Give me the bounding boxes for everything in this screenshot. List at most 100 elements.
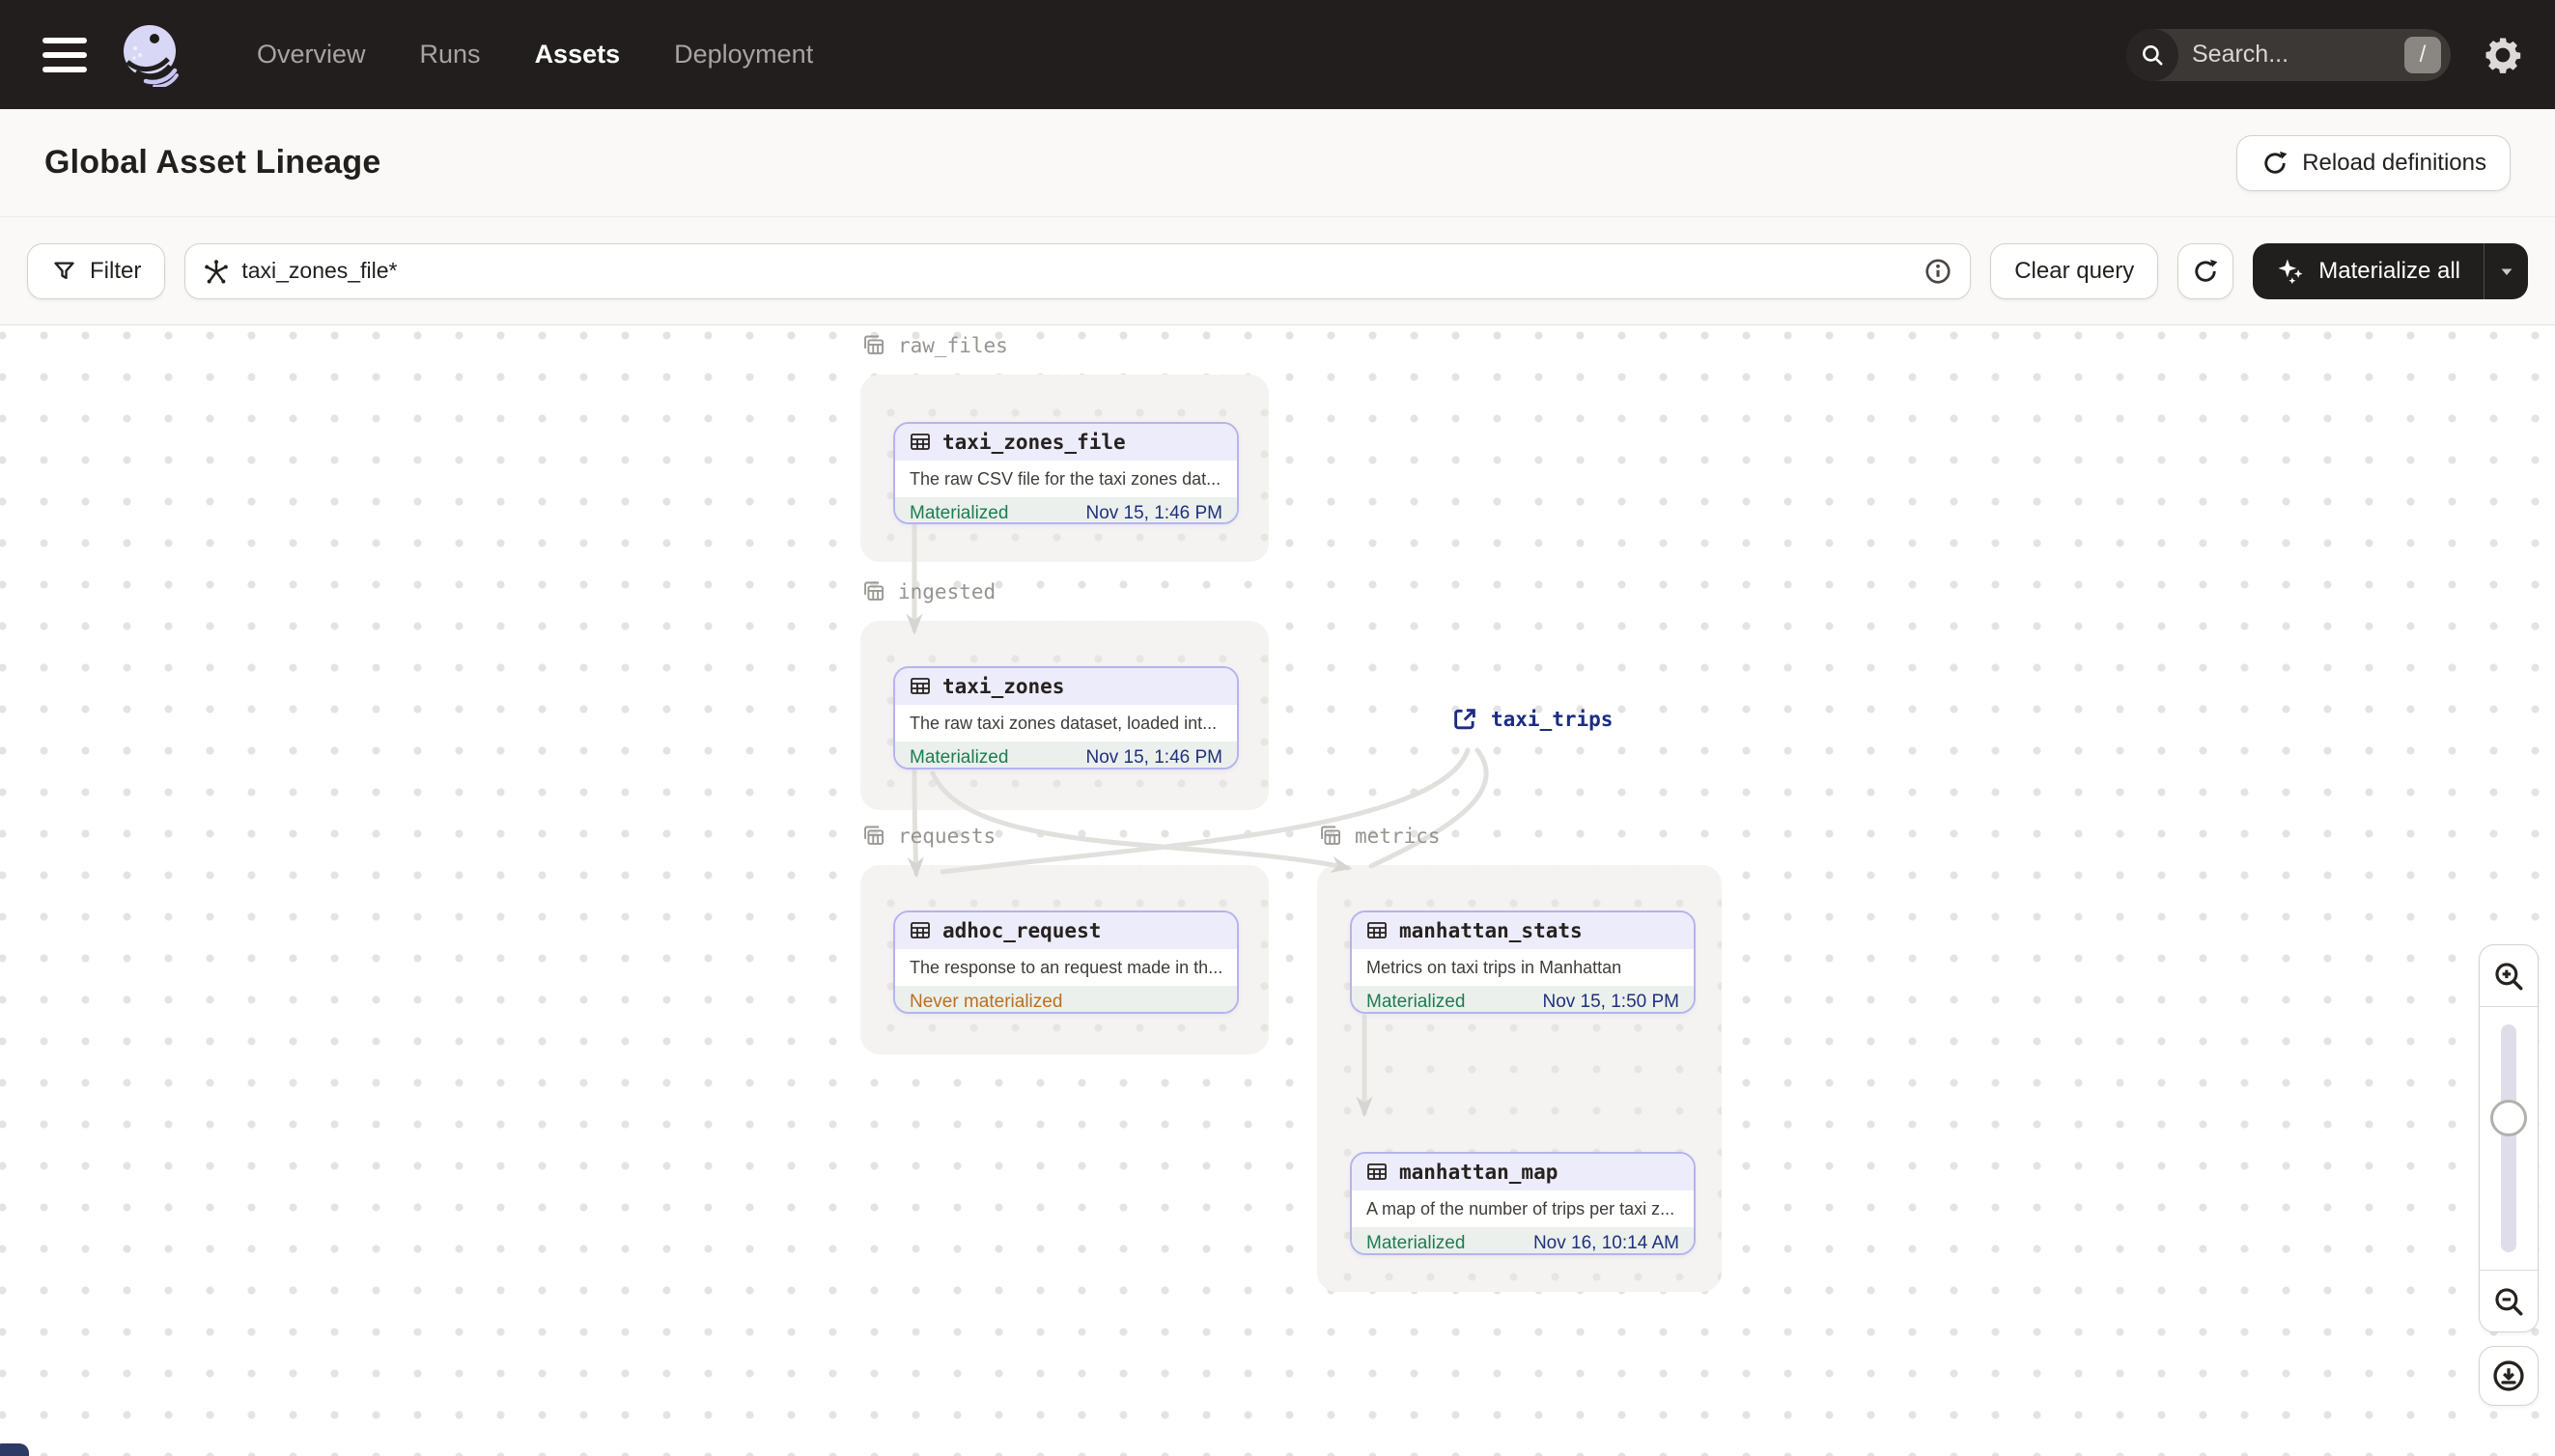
materialization-timestamp: Nov 15, 1:50 PM <box>1542 992 1679 1012</box>
download-icon <box>2493 1360 2524 1391</box>
table-icon <box>911 922 930 938</box>
reload-definitions-button[interactable]: Reload definitions <box>2236 134 2511 191</box>
table-icon <box>911 434 930 450</box>
table-icon <box>1367 1163 1387 1180</box>
asset-selector-icon <box>203 258 230 285</box>
asset-node-header: taxi_zones_file <box>895 424 1237 461</box>
asset-description: Metrics on taxi trips in Manhattan <box>1366 958 1622 977</box>
status-badge: Never materialized <box>910 992 1063 1012</box>
corner-popup-sliver <box>0 1443 29 1456</box>
asset-node-header: manhattan_stats <box>1352 912 1694 949</box>
materialize-all-split-button: Materialize all <box>2253 242 2528 299</box>
asset-description: The raw taxi zones dataset, loaded int..… <box>910 714 1218 733</box>
status-badge: Materialized <box>910 503 1009 523</box>
group-label-requests[interactable]: requests <box>860 823 996 849</box>
asset-name: adhoc_request <box>942 919 1102 942</box>
zoom-out-button[interactable] <box>2480 1270 2538 1331</box>
group-name: raw_files <box>898 333 1008 357</box>
materialize-dropdown-button[interactable] <box>2484 242 2528 299</box>
asset-name: taxi_zones_file <box>942 431 1126 454</box>
asset-status-bar: Materialized Nov 16, 10:14 AM <box>1352 1227 1694 1253</box>
group-label-raw-files[interactable]: raw_files <box>860 332 1008 358</box>
group-icon <box>1321 826 1341 845</box>
settings-gear-icon[interactable] <box>2480 32 2526 78</box>
asset-query-input[interactable] <box>241 258 1913 284</box>
page-header: Global Asset Lineage Reload definitions <box>0 109 2555 217</box>
filter-label: Filter <box>90 257 142 284</box>
group-label-ingested[interactable]: ingested <box>860 578 996 604</box>
asset-name: manhattan_map <box>1399 1161 1558 1184</box>
filter-funnel-icon <box>51 258 77 284</box>
status-badge: Materialized <box>1366 1233 1466 1253</box>
reload-definitions-label: Reload definitions <box>2302 149 2486 176</box>
asset-name: manhattan_stats <box>1399 919 1583 942</box>
nav-link-runs[interactable]: Runs <box>420 40 481 70</box>
nav-link-overview[interactable]: Overview <box>257 40 366 70</box>
asset-node-adhoc-request[interactable]: adhoc_request The response to an request… <box>893 910 1239 1014</box>
refresh-graph-button[interactable] <box>2177 242 2234 299</box>
materialization-timestamp: Nov 15, 1:46 PM <box>1085 747 1222 768</box>
filter-button[interactable]: Filter <box>27 242 166 299</box>
asset-description: The raw CSV file for the taxi zones dat.… <box>910 469 1221 489</box>
asset-node-manhattan-stats[interactable]: manhattan_stats Metrics on taxi trips in… <box>1350 910 1696 1014</box>
asset-node-manhattan-map[interactable]: manhattan_map A map of the number of tri… <box>1350 1152 1696 1255</box>
external-link-icon <box>1454 709 1475 730</box>
table-icon <box>1367 922 1387 938</box>
search-shortcut-badge: / <box>2404 36 2441 73</box>
asset-description: The response to an request made in th... <box>910 958 1223 977</box>
zoom-slider-handle[interactable] <box>2490 1100 2527 1136</box>
asset-node-header: taxi_zones <box>895 668 1237 705</box>
group-label-metrics[interactable]: metrics <box>1317 823 1441 849</box>
asset-node-taxi-zones[interactable]: taxi_zones The raw taxi zones dataset, l… <box>893 666 1239 770</box>
zoom-slider-track <box>2501 1024 2516 1252</box>
dagster-logo[interactable] <box>120 23 183 87</box>
table-icon <box>911 678 930 694</box>
clear-query-button[interactable]: Clear query <box>1990 242 2159 299</box>
status-badge: Materialized <box>1366 992 1466 1012</box>
group-name: ingested <box>898 579 997 603</box>
zoom-slider[interactable] <box>2480 1007 2538 1270</box>
zoom-in-icon <box>2495 962 2523 990</box>
zoom-in-button[interactable] <box>2480 945 2538 1007</box>
asset-query-box[interactable] <box>184 242 1972 299</box>
asset-node-header: adhoc_request <box>895 912 1237 949</box>
search-icon <box>2126 28 2178 81</box>
zoom-controls <box>2479 944 2539 1332</box>
asset-description: A map of the number of trips per taxi z.… <box>1366 1199 1675 1218</box>
group-icon <box>864 826 884 845</box>
zoom-out-icon <box>2495 1287 2523 1315</box>
asset-status-bar: Never materialized <box>895 986 1237 1012</box>
nav-link-deployment[interactable]: Deployment <box>674 40 813 70</box>
asset-node-header: manhattan_map <box>1352 1154 1694 1190</box>
materialization-timestamp: Nov 15, 1:46 PM <box>1085 503 1222 523</box>
nav-links: Overview Runs Assets Deployment <box>257 40 813 70</box>
menu-icon[interactable] <box>42 37 87 72</box>
refresh-icon <box>2191 257 2220 286</box>
group-name: metrics <box>1355 824 1441 848</box>
asset-status-bar: Materialized Nov 15, 1:46 PM <box>895 742 1237 768</box>
group-name: requests <box>898 824 997 848</box>
external-asset-taxi-trips[interactable]: taxi_trips <box>1450 705 1613 734</box>
edge-taxi-trips-to-manhattan-stats <box>1368 747 1489 869</box>
asset-status-bar: Materialized Nov 15, 1:50 PM <box>1352 986 1694 1012</box>
top-nav: Overview Runs Assets Deployment / <box>0 0 2555 109</box>
materialize-all-button[interactable]: Materialize all <box>2253 243 2484 299</box>
nav-link-assets[interactable]: Assets <box>535 40 621 70</box>
materialization-timestamp: Nov 16, 10:14 AM <box>1532 1233 1679 1253</box>
query-info-icon[interactable] <box>1923 257 1952 286</box>
asset-node-taxi-zones-file[interactable]: taxi_zones_file The raw CSV file for the… <box>893 422 1239 524</box>
group-icon <box>864 581 884 601</box>
status-badge: Materialized <box>910 747 1009 768</box>
lineage-canvas[interactable]: raw_files ingested requests metrics taxi… <box>0 325 2555 1456</box>
group-icon <box>864 335 884 354</box>
asset-name: taxi_zones <box>942 675 1065 698</box>
asset-status-bar: Materialized Nov 15, 1:46 PM <box>895 497 1237 523</box>
clear-query-label: Clear query <box>2014 257 2135 284</box>
materialize-all-label: Materialize all <box>2318 257 2460 284</box>
sparkle-icon <box>2276 257 2305 286</box>
page-title: Global Asset Lineage <box>44 144 381 181</box>
search-input[interactable] <box>2192 41 2346 69</box>
search-box[interactable]: / <box>2126 28 2451 81</box>
download-graph-button[interactable] <box>2479 1346 2539 1406</box>
nav-right: / <box>2126 28 2526 81</box>
